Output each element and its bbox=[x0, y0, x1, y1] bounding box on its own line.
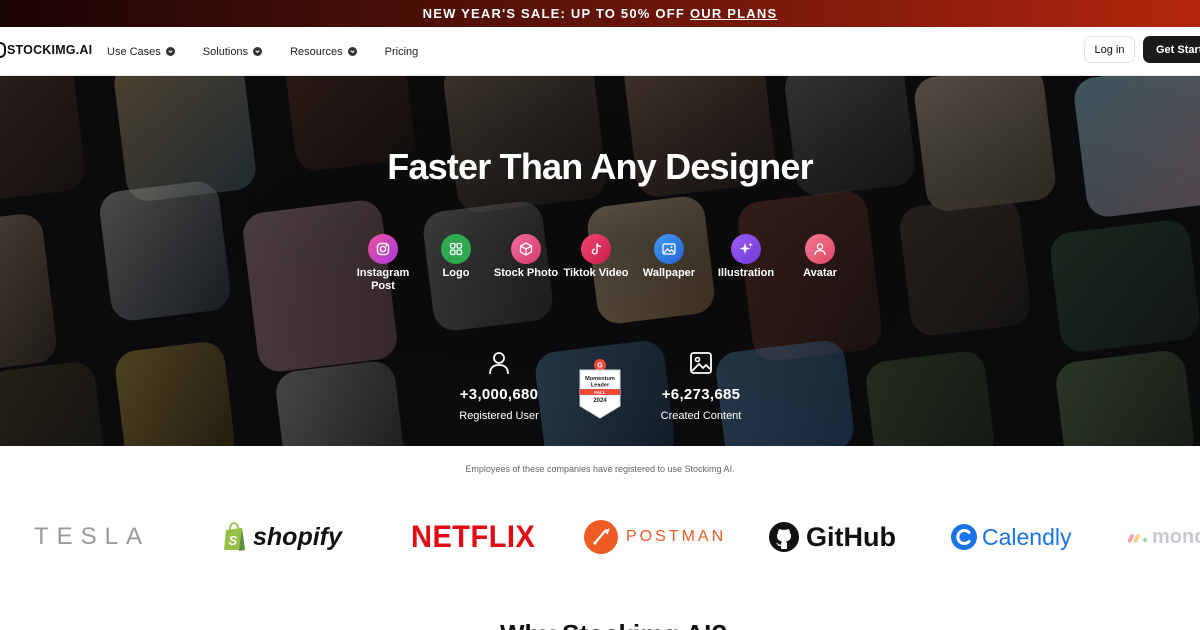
category-tiktok-video[interactable]: Tiktok Video bbox=[561, 234, 631, 280]
promo-plans-link[interactable]: OUR PLANS bbox=[690, 6, 777, 21]
promo-banner: NEW YEAR'S SALE: UP TO 50% OFF OUR PLANS bbox=[0, 0, 1200, 27]
category-stock-photo[interactable]: Stock Photo bbox=[491, 234, 561, 280]
menu-pricing[interactable]: Pricing bbox=[385, 46, 419, 58]
github-logo: GitHub bbox=[768, 512, 896, 562]
menu-label: Use Cases bbox=[107, 45, 161, 58]
monday-dots-icon bbox=[1128, 534, 1148, 543]
category-label: Illustration bbox=[717, 267, 775, 279]
menu-resources[interactable]: Resources bbox=[290, 46, 357, 58]
shopify-wordmark: shopify bbox=[253, 522, 342, 551]
top-navbar: STOCKIMG.AI Use Cases Solutions Resource… bbox=[0, 27, 1200, 76]
section-title-why: Why Stockimg AI? bbox=[500, 619, 727, 630]
chevron-down-icon bbox=[347, 47, 357, 56]
menu-solutions[interactable]: Solutions bbox=[202, 45, 263, 58]
svg-text:G: G bbox=[597, 363, 603, 370]
category-illustration[interactable]: Illustration bbox=[711, 234, 781, 280]
svg-text:Momentum: Momentum bbox=[585, 376, 615, 382]
logo-text: STOCKIMG.AI bbox=[7, 43, 93, 57]
get-started-button[interactable]: Get Started bbox=[1143, 36, 1200, 63]
stat-caption: Created Content bbox=[660, 410, 742, 422]
postman-rocket-icon bbox=[584, 520, 618, 554]
stat-value: +6,273,685 bbox=[661, 386, 741, 403]
category-label: Stock Photo bbox=[493, 267, 559, 279]
shopify-logo: S shopify bbox=[222, 512, 342, 562]
category-instagram-post[interactable]: Instagram Post bbox=[348, 234, 418, 293]
netflix-logo: NETFLIX bbox=[411, 518, 536, 555]
postman-logo: POSTMAN bbox=[584, 512, 726, 562]
image-icon bbox=[654, 234, 684, 264]
login-button[interactable]: Log in bbox=[1084, 36, 1135, 63]
category-label: Instagram Post bbox=[356, 267, 410, 292]
main-menu: Use Cases Solutions Resources Pricing bbox=[107, 27, 446, 76]
shopify-bag-icon: S bbox=[224, 522, 245, 551]
category-wallpaper[interactable]: Wallpaper bbox=[634, 234, 704, 280]
stat-created-content: +6,273,685 Created Content bbox=[631, 351, 771, 422]
svg-text:Leader: Leader bbox=[591, 383, 610, 389]
promo-text: NEW YEAR'S SALE: UP TO 50% OFF bbox=[422, 6, 685, 21]
g2-award-badge: G Momentum Leader FALL 2024 bbox=[579, 359, 621, 419]
calendly-c-icon bbox=[951, 524, 977, 550]
category-label: Logo bbox=[442, 267, 470, 279]
menu-label: Resources bbox=[290, 45, 343, 58]
calendly-wordmark: Calendly bbox=[982, 523, 1072, 550]
hero-title: Faster Than Any Designer bbox=[387, 146, 813, 187]
logo-icon bbox=[0, 42, 6, 58]
postman-wordmark: POSTMAN bbox=[626, 528, 727, 545]
image-icon bbox=[631, 351, 771, 377]
github-octocat-icon bbox=[769, 522, 799, 552]
category-logo[interactable]: Logo bbox=[421, 234, 491, 280]
category-avatar[interactable]: Avatar bbox=[785, 234, 855, 280]
stat-caption: Registered User bbox=[459, 410, 539, 422]
chevron-down-icon bbox=[165, 47, 175, 56]
svg-text:FALL: FALL bbox=[594, 390, 606, 395]
category-label: Avatar bbox=[803, 267, 837, 279]
sparkle-icon bbox=[731, 234, 761, 264]
github-wordmark: GitHub bbox=[806, 521, 896, 552]
category-label: Wallpaper bbox=[642, 267, 696, 279]
cube-icon bbox=[511, 234, 541, 264]
stat-registered-users: +3,000,680 Registered User bbox=[429, 351, 569, 422]
user-icon bbox=[429, 351, 569, 377]
category-label: Tiktok Video bbox=[563, 267, 629, 279]
monday-wordmark: monday bbox=[1152, 525, 1200, 548]
menu-label: Solutions bbox=[202, 45, 249, 58]
menu-use-cases[interactable]: Use Cases bbox=[107, 46, 175, 58]
category-list: Instagram Post Logo Stock Photo Tiktok V… bbox=[0, 234, 1200, 304]
calendly-logo: Calendly bbox=[950, 512, 1072, 562]
menu-label: Pricing bbox=[384, 45, 419, 58]
tesla-logo: TESLA bbox=[34, 523, 151, 550]
chevron-down-icon bbox=[253, 47, 263, 56]
stat-value: +3,000,680 bbox=[459, 386, 539, 403]
instagram-icon bbox=[368, 234, 398, 264]
companies-caption: Employees of these companies have regist… bbox=[465, 464, 735, 474]
hero-section: Faster Than Any Designer Instagram Post … bbox=[0, 76, 1200, 446]
company-logos: TESLA S shopify NETFLIX POSTMAN GitHub C… bbox=[0, 512, 1200, 562]
user-icon bbox=[805, 234, 835, 264]
svg-text:2024: 2024 bbox=[593, 398, 607, 404]
svg-text:S: S bbox=[229, 533, 238, 548]
monday-logo: monday bbox=[1128, 512, 1200, 562]
tiktok-icon bbox=[581, 234, 611, 264]
grid-icon bbox=[441, 234, 471, 264]
site-logo[interactable]: STOCKIMG.AI bbox=[0, 42, 92, 58]
